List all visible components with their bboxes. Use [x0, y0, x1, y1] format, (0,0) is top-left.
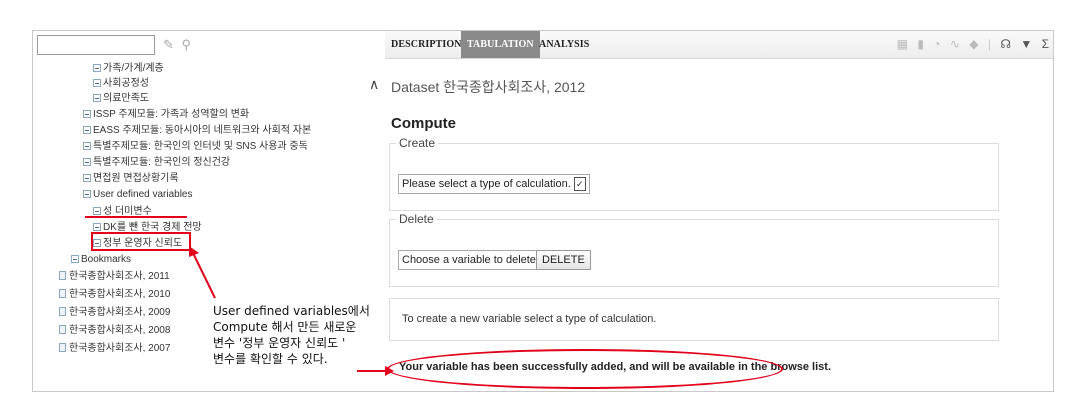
tree-item-user-defined[interactable]: User defined variables: [83, 187, 193, 202]
tab-analysis[interactable]: ANALYSIS: [533, 31, 595, 58]
expand-icon[interactable]: [83, 142, 91, 150]
search-bar: ✎ ⚲: [37, 35, 237, 57]
dataset-name: 한국종합사회조사, 2012: [443, 79, 586, 95]
tree-item-label: 의료만족도: [103, 93, 149, 104]
tree-item[interactable]: 면접원 면접상황기록: [83, 171, 179, 186]
callout-line: Compute 해서 만든 새로운: [213, 320, 357, 334]
dataset-prefix: Dataset: [391, 79, 440, 95]
tree-item-label: User defined variables: [93, 189, 193, 200]
create-fieldset: Create Please select a type of calculati…: [389, 136, 999, 211]
expand-icon[interactable]: [83, 110, 91, 118]
expand-icon[interactable]: [93, 207, 101, 215]
annotation-arrow-right: [357, 366, 394, 376]
pie-chart-icon[interactable]: ◔: [933, 37, 940, 51]
delete-fieldset: Delete Choose a variable to delete✓ DELE…: [389, 212, 999, 287]
tree-item-label: ISSP 주제모듈: 가족과 성역할의 변화: [93, 109, 250, 120]
collapse-caret-icon[interactable]: ∧: [369, 76, 379, 93]
callout-line: 변수 '정부 운영자 신뢰도 ': [213, 336, 346, 350]
dataset-item[interactable]: 한국종합사회조사, 2007: [59, 341, 170, 356]
tree-item-label: 가족/가계/계층: [103, 63, 164, 74]
tab-bar: DESCRIPTION TABULATION ANALYSIS ▦ ▮ ◔ ∿ …: [385, 31, 1053, 59]
callout-line: User defined variables에서: [213, 304, 370, 318]
map-icon[interactable]: ◆: [969, 37, 978, 51]
dataset-item[interactable]: 한국종합사회조사, 2009: [59, 305, 170, 320]
toolbar: ▦ ▮ ◔ ∿ ◆ | ☊ ▼ Σ: [891, 37, 1049, 51]
tree-item-label: 한국종합사회조사, 2011: [69, 271, 170, 282]
annotation-underline: [85, 216, 187, 218]
expand-icon[interactable]: [93, 94, 101, 102]
tree-item[interactable]: 가족/가계/계층: [93, 61, 164, 76]
tree-item[interactable]: 의료만족도: [93, 91, 149, 106]
tree-item[interactable]: ISSP 주제모듈: 가족과 성역할의 변화: [83, 107, 249, 122]
expand-icon[interactable]: [93, 64, 101, 72]
expand-icon[interactable]: [83, 174, 91, 182]
compute-title: Compute: [391, 115, 456, 132]
tree-item-label: 한국종합사회조사, 2010: [69, 289, 171, 300]
annotation-callout: User defined variables에서 Compute 해서 만든 새…: [213, 303, 393, 367]
filter-icon[interactable]: ▼: [1020, 37, 1032, 51]
delete-button[interactable]: DELETE: [536, 250, 591, 270]
expand-icon[interactable]: [71, 255, 79, 263]
calculation-type-select[interactable]: Please select a type of calculation. ✓: [398, 174, 590, 194]
headphones-icon[interactable]: ☊: [1000, 37, 1011, 51]
tree-item-label: 특별주제모듈: 한국인의 인터넷 및 SNS 사용과 중독: [93, 141, 308, 152]
tree-item-label: 특별주제모듈: 한국인의 정신건강: [93, 157, 231, 168]
select-value: Please select a type of calculation.: [402, 178, 571, 190]
dataset-item[interactable]: 한국종합사회조사, 2008: [59, 323, 170, 338]
annotation-ellipse: [387, 349, 783, 389]
separator: |: [987, 37, 991, 51]
chevron-down-icon[interactable]: ✓: [573, 177, 586, 191]
tree-item-label: Bookmarks: [81, 254, 132, 265]
main-panel: DESCRIPTION TABULATION ANALYSIS ▦ ▮ ◔ ∿ …: [385, 31, 1053, 391]
tree-item-label: 한국종합사회조사, 2008: [69, 325, 171, 336]
search-input[interactable]: [37, 35, 155, 55]
delete-variable-select[interactable]: Choose a variable to delete✓: [398, 250, 555, 270]
tab-description[interactable]: DESCRIPTION: [385, 31, 468, 58]
dataset-icon: [59, 343, 66, 352]
annotation-arrow: [189, 246, 216, 299]
delete-legend: Delete: [396, 212, 437, 226]
bar-chart-icon[interactable]: ▮: [917, 37, 924, 51]
tree-item-bookmarks[interactable]: Bookmarks: [71, 252, 131, 267]
tree-item[interactable]: 사회공정성: [93, 76, 149, 91]
variable-browser-panel: ✎ ⚲ 가족/가계/계층 사회공정성 의료만족도 ISSP 주제모듈: 가족과 …: [33, 31, 379, 391]
dataset-heading: Dataset 한국종합사회조사, 2012: [391, 77, 585, 97]
dataset-icon: [59, 325, 66, 334]
tree-item-label: 면접원 면접상황기록: [93, 173, 179, 184]
tree-item[interactable]: 특별주제모듈: 한국인의 정신건강: [83, 155, 230, 170]
select-value: Choose a variable to delete: [402, 254, 536, 266]
line-chart-icon[interactable]: ∿: [950, 37, 960, 51]
pencil-icon[interactable]: ✎: [163, 37, 174, 52]
expand-icon[interactable]: [83, 126, 91, 134]
tab-tabulation[interactable]: TABULATION: [461, 31, 540, 58]
dataset-item[interactable]: 한국종합사회조사, 2011: [59, 269, 170, 284]
dataset-icon: [59, 307, 66, 316]
app-frame: ✎ ⚲ 가족/가계/계층 사회공정성 의료만족도 ISSP 주제모듈: 가족과 …: [32, 30, 1054, 392]
dataset-icon: [59, 271, 66, 280]
tree-item-label: 사회공정성: [103, 78, 149, 89]
tree-item[interactable]: EASS 주제모듈: 동아시아의 네트워크와 사회적 자본: [83, 123, 311, 138]
tree-item-label: 한국종합사회조사, 2007: [69, 343, 171, 354]
sigma-icon[interactable]: Σ: [1042, 37, 1049, 51]
expand-icon[interactable]: [83, 158, 91, 166]
tree-item-label: 한국종합사회조사, 2009: [69, 307, 171, 318]
info-box: To create a new variable select a type o…: [389, 298, 999, 341]
info-text: To create a new variable select a type o…: [402, 313, 657, 325]
table-icon[interactable]: ▦: [897, 37, 908, 51]
dataset-item[interactable]: 한국종합사회조사, 2010: [59, 287, 170, 302]
collapse-icon[interactable]: [83, 190, 91, 198]
expand-icon[interactable]: [93, 79, 101, 87]
expand-icon[interactable]: [93, 223, 101, 231]
tree-item[interactable]: 특별주제모듈: 한국인의 인터넷 및 SNS 사용과 중독: [83, 139, 308, 154]
create-legend: Create: [396, 136, 439, 150]
tree-item-label: EASS 주제모듈: 동아시아의 네트워크와 사회적 자본: [93, 125, 312, 136]
annotation-box: [91, 232, 191, 251]
search-icon[interactable]: ⚲: [182, 37, 192, 52]
dataset-icon: [59, 289, 66, 298]
